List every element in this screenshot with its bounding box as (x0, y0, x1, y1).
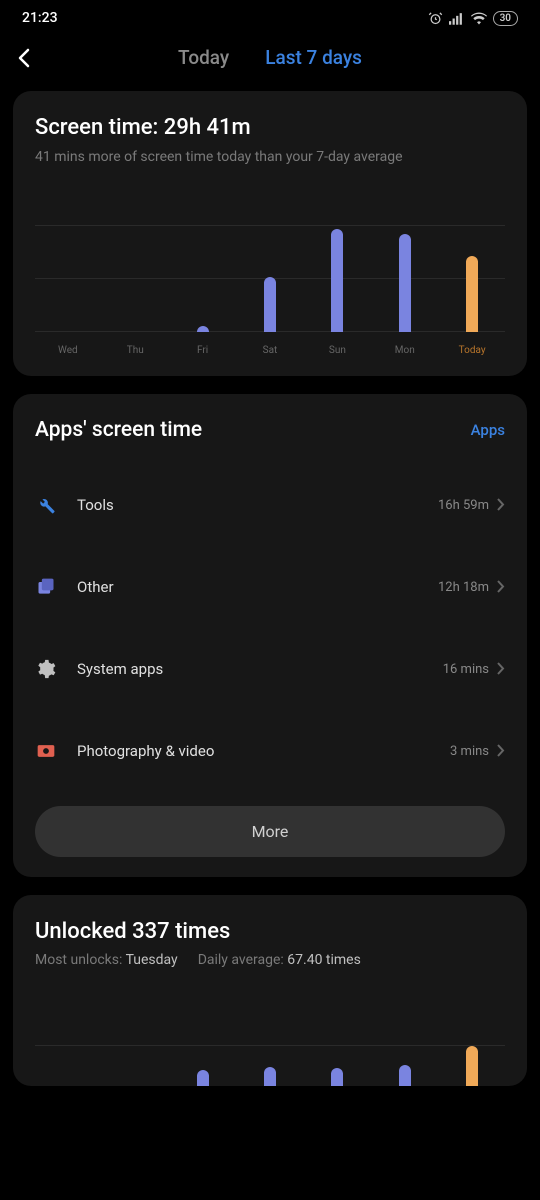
chart-label: Thu (106, 345, 164, 356)
page-header: Today Last 7 days (0, 30, 540, 91)
battery-indicator: 30 (493, 11, 518, 26)
other-icon (35, 576, 57, 598)
chart-label: Mon (376, 345, 434, 356)
signal-icon (449, 12, 465, 25)
app-row[interactable]: System apps16 mins (35, 628, 505, 710)
chart-label: Fri (174, 345, 232, 356)
unlock-chart (35, 1018, 505, 1086)
unlock-card: Unlocked 337 times Most unlocks: Tuesday… (13, 895, 527, 1086)
app-name: Other (77, 578, 438, 596)
chart-bar (466, 1046, 478, 1086)
app-time: 12h 18m (438, 580, 489, 595)
chart-label: Sat (241, 345, 299, 356)
status-indicators: 30 (428, 11, 518, 26)
system-icon (35, 658, 57, 680)
tools-icon (35, 494, 57, 516)
app-name: Tools (77, 496, 438, 514)
app-name: Photography & video (77, 742, 450, 760)
tab-bar: Today Last 7 days (46, 46, 494, 69)
chart-bar (466, 256, 478, 333)
tab-last-7-days[interactable]: Last 7 days (265, 46, 362, 69)
chart-bar (399, 234, 411, 332)
back-button[interactable] (18, 48, 46, 68)
app-time: 16h 59m (438, 498, 489, 513)
chart-label: Wed (39, 345, 97, 356)
app-row[interactable]: Tools16h 59m (35, 464, 505, 546)
chart-bar (331, 229, 343, 332)
chart-label: Today (443, 345, 501, 356)
status-time: 21:23 (22, 10, 58, 26)
app-time: 16 mins (443, 662, 489, 677)
unlock-subtitle: Most unlocks: Tuesday Daily average: 67.… (35, 952, 505, 968)
app-time: 3 mins (450, 744, 489, 759)
screen-time-card: Screen time: 29h 41m 41 mins more of scr… (13, 91, 527, 376)
apps-card-title: Apps' screen time (35, 418, 202, 442)
apps-link[interactable]: Apps (471, 421, 505, 439)
photo-icon (35, 740, 57, 762)
more-button[interactable]: More (35, 806, 505, 857)
screen-time-subtitle: 41 mins more of screen time today than y… (35, 148, 505, 166)
app-row[interactable]: Photography & video3 mins (35, 710, 505, 792)
chevron-right-icon (497, 496, 505, 515)
chart-bar (197, 1070, 209, 1086)
chart-bar (331, 1068, 343, 1086)
chart-bar (264, 277, 276, 332)
chart-bar (264, 1067, 276, 1087)
screen-time-title: Screen time: 29h 41m (35, 115, 505, 140)
status-bar: 21:23 30 (0, 0, 540, 30)
chart-label: Sun (309, 345, 367, 356)
screen-time-chart: Wed Thu Fri Sat Sun Mon Today (35, 226, 505, 356)
chevron-right-icon (497, 578, 505, 597)
chevron-right-icon (497, 742, 505, 761)
alarm-icon (428, 11, 443, 26)
app-row[interactable]: Other12h 18m (35, 546, 505, 628)
tab-today[interactable]: Today (178, 46, 229, 69)
chart-bar (197, 326, 209, 333)
unlock-title: Unlocked 337 times (35, 919, 505, 944)
app-name: System apps (77, 660, 443, 678)
apps-screen-time-card: Apps' screen time Apps Tools16h 59mOther… (13, 394, 527, 877)
chevron-right-icon (497, 660, 505, 679)
chart-bar (399, 1065, 411, 1086)
wifi-icon (471, 12, 487, 25)
